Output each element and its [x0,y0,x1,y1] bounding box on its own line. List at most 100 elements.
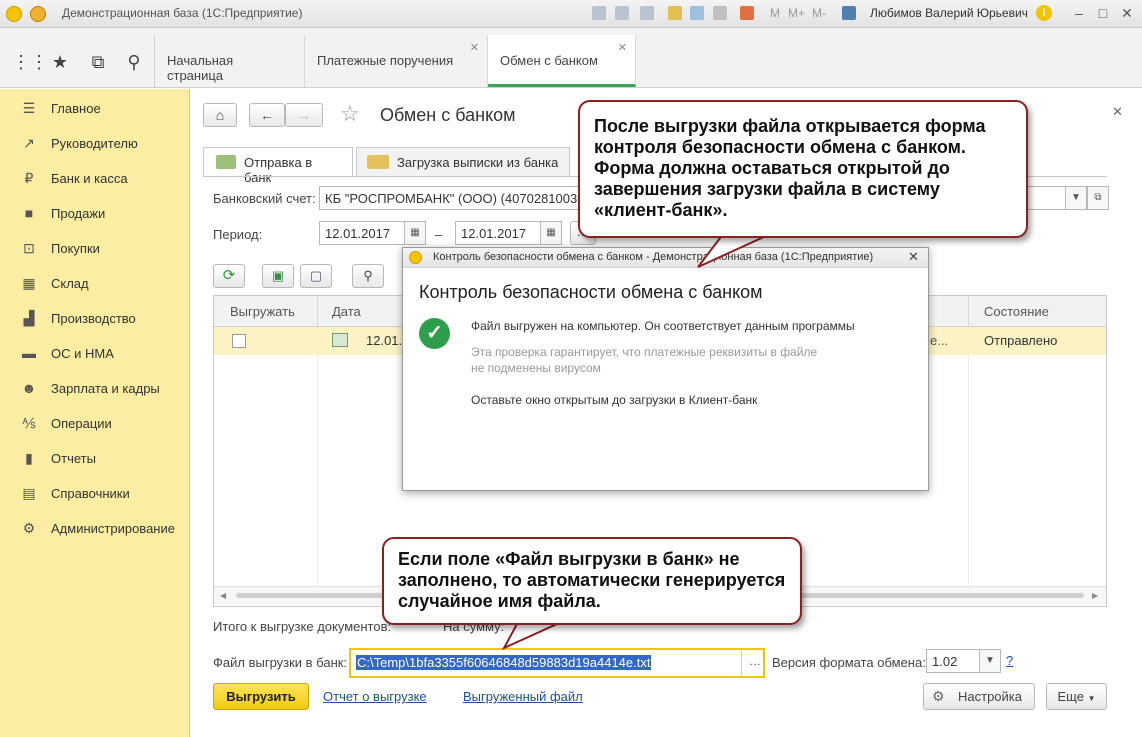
export-checkbox[interactable] [232,334,246,348]
forward-icon[interactable]: → [285,103,323,127]
chevron-down-icon[interactable]: ▼ [1065,186,1087,210]
sidebar-item-bank-cash[interactable]: ₽ Банк и касса [0,161,190,196]
calendar-icon[interactable]: ▦ [404,221,426,245]
sidebar-item-operations[interactable]: ⅍ Операции [0,406,190,441]
close-tab-icon[interactable]: ✕ [618,41,627,54]
sidebar-item-salary[interactable]: ☻ Зарплата и кадры [0,371,190,406]
minimize-icon[interactable]: – [1070,4,1088,22]
tab-payment-orders[interactable]: Платежные поручения ✕ [305,35,488,87]
app-logo-icon [6,6,22,22]
app-logo-icon [409,251,422,264]
period-to-field[interactable]: 12.01.2017 [455,221,541,245]
sidebar-item-reports[interactable]: ▮ Отчеты [0,441,190,476]
sidebar-item-warehouse[interactable]: ▦ Склад [0,266,190,301]
back-icon[interactable]: ← [249,103,285,127]
truck-icon: ▬ [22,345,36,361]
find-icon[interactable]: ⚲ [352,264,384,288]
maximize-icon[interactable]: □ [1094,4,1112,22]
open-icon[interactable]: ⧉ [1087,186,1109,210]
sidebar-item-purchases[interactable]: ⊡ Покупки [0,231,190,266]
favorite-star-icon[interactable]: ☆ [340,101,360,127]
calendar-icon[interactable] [740,6,754,20]
sidebar-item-sales[interactable]: ■ Продажи [0,196,190,231]
close-tab-icon[interactable]: ✕ [470,41,479,54]
tab-bank-exchange[interactable]: Обмен с банком ✕ [488,35,636,87]
browse-icon[interactable]: … [749,654,761,668]
send-icon [216,155,236,169]
column-divider [317,296,318,327]
column-header-state[interactable]: Состояние [984,304,1049,319]
link-icon[interactable] [690,6,704,20]
close-window-icon[interactable]: ✕ [1118,4,1136,22]
column-header-date[interactable]: Дата [332,304,361,319]
help-link[interactable]: ? [1006,653,1013,668]
memory-minus-button[interactable]: M- [812,6,826,20]
settings-label: Настройка [958,689,1022,704]
close-dialog-icon[interactable]: ✕ [908,249,919,265]
current-user[interactable]: Любимов Валерий Юрьевич [870,6,1028,20]
sidebar-item-main[interactable]: ☰ Главное [0,91,190,126]
deselect-all-icon[interactable]: ▢ [300,264,332,288]
column-header-export[interactable]: Выгружать [230,304,295,319]
security-control-dialog: Контроль безопасности обмена с банком - … [402,247,929,491]
calculator-icon[interactable] [713,6,727,20]
sidebar-item-production[interactable]: ▟ Производство [0,301,190,336]
print-icon[interactable] [615,6,629,20]
memory-plus-button[interactable]: M+ [788,6,805,20]
sidebar-item-catalogs[interactable]: ▤ Справочники [0,476,190,511]
scroll-right-icon[interactable]: ▶ [1092,591,1098,600]
close-form-icon[interactable]: ✕ [1112,104,1123,120]
preview-icon[interactable] [640,6,654,20]
tab-label: Обмен с банком [500,53,598,68]
history-icon[interactable]: ⧉ [86,50,110,74]
exported-file-link[interactable]: Выгруженный файл [463,689,583,704]
divider [741,650,742,676]
document-icon [332,333,348,347]
tab-label: Платежные поручения [317,53,454,68]
more-button[interactable]: Еще ▼ [1046,683,1107,710]
search-icon[interactable]: ⚲ [122,50,146,74]
bar-chart-icon: ▮ [25,450,33,466]
subtab-label: Отправка в банк [244,155,313,185]
tab-load-statement[interactable]: Загрузка выписки из банка [356,147,570,177]
column-divider [968,296,969,327]
period-from-field[interactable]: 12.01.2017 [319,221,405,245]
chevron-down-icon[interactable]: ▼ [979,649,1001,673]
format-version-label: Версия формата обмена: [772,655,926,670]
sidebar-item-admin[interactable]: ⚙ Администрирование [0,511,190,546]
apps-grid-icon[interactable]: ⋮⋮ [12,50,48,74]
favorites-icon[interactable] [668,6,682,20]
dialog-message-keep-open: Оставьте окно открытым до загрузки в Кли… [471,393,758,407]
tab-send-to-bank[interactable]: Отправка в банк [203,147,353,185]
window-title: Демонстрационная база (1С:Предприятие) [62,6,303,20]
settings-button[interactable]: ⚙ Настройка [923,683,1035,710]
people-icon: ☻ [21,380,37,396]
star-icon[interactable]: ★ [48,50,72,74]
format-version-field[interactable]: 1.02 [926,649,980,673]
panels-icon[interactable] [842,6,856,20]
tab-home[interactable]: Начальная страница [155,35,305,87]
save-icon[interactable] [592,6,606,20]
export-report-link[interactable]: Отчет о выгрузке [323,689,427,704]
sidebar-item-manager[interactable]: ↗ Руководителю [0,126,190,161]
sidebar-item-fixed-assets[interactable]: ▬ ОС и НМА [0,336,190,371]
sidebar-item-label: Банк и касса [51,171,128,186]
warehouse-icon: ▦ [22,275,36,291]
memory-button[interactable]: M [770,6,780,20]
cart-icon: ⊡ [23,240,35,256]
export-file-field[interactable]: C:\Temp\1bfa3355f60646848d59883d19a4414e… [349,648,765,678]
select-all-icon[interactable]: ▣ [262,264,294,288]
check-icon: ✓ [419,318,450,349]
factory-icon: ▟ [23,310,35,326]
refresh-icon[interactable]: ⟳ [213,264,245,288]
more-label: Еще [1057,689,1084,704]
info-icon[interactable]: i [1036,5,1052,21]
calendar-icon[interactable]: ▦ [540,221,562,245]
chevron-down-icon: ▼ [1087,694,1096,703]
home-icon[interactable]: ⌂ [203,103,237,127]
sidebar-item-label: ОС и НМА [51,346,114,361]
scroll-left-icon[interactable]: ◀ [220,591,226,600]
main-menu-icon[interactable] [30,6,46,22]
export-button[interactable]: Выгрузить [213,683,309,710]
sidebar-item-label: Склад [51,276,89,291]
